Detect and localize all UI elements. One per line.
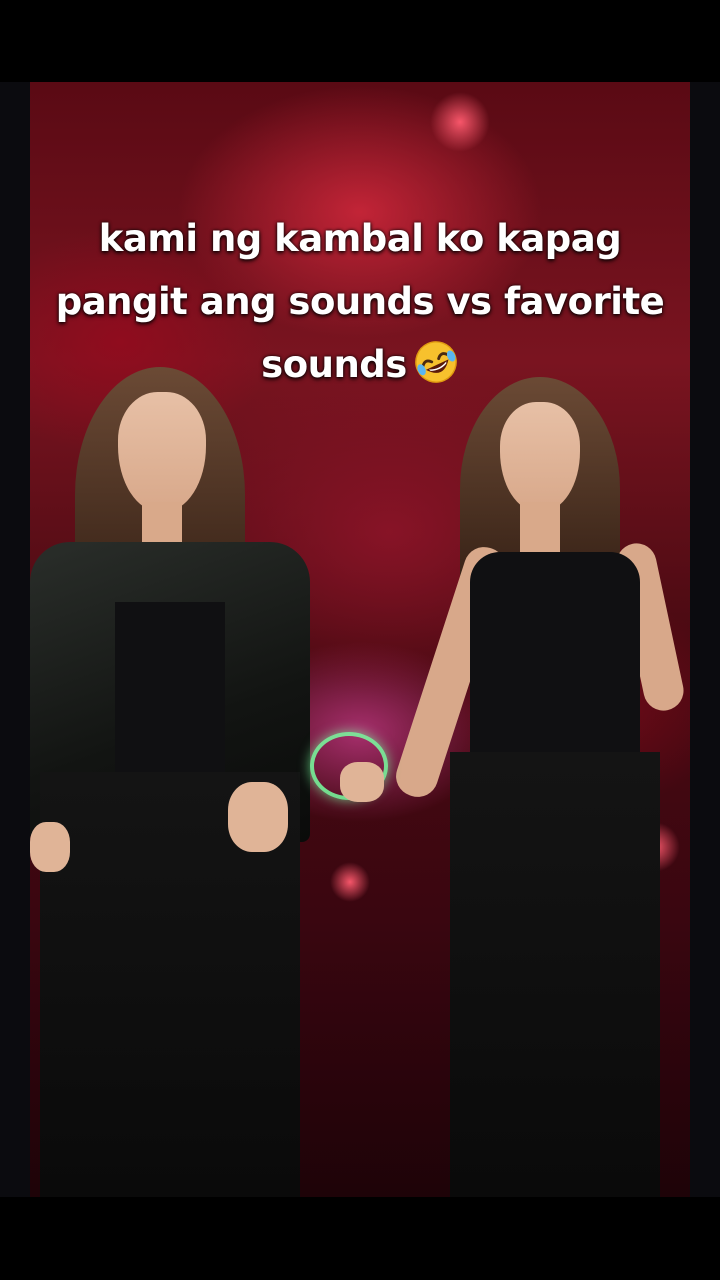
person-right-top	[470, 552, 640, 762]
person-right-hand	[340, 762, 384, 802]
person-right-pants	[450, 752, 660, 1197]
caption-line-2: pangit ang sounds vs favorite	[55, 280, 665, 323]
video-player[interactable]: kami ng kambal ko kapag pangit ang sound…	[0, 82, 720, 1197]
top-black-bar	[0, 0, 720, 82]
rolling-on-floor-laughing-emoji-icon	[414, 341, 457, 383]
caption-line-3: sounds	[20, 333, 700, 396]
video-caption: kami ng kambal ko kapag pangit ang sound…	[20, 207, 700, 396]
bottom-black-bar	[0, 1197, 720, 1280]
person-left-hand	[30, 822, 70, 872]
caption-line-1: kami ng kambal ko kapag	[98, 217, 622, 260]
person-left-top	[115, 602, 225, 772]
person-left-hand	[228, 782, 288, 852]
caption-line-3-text: sounds	[261, 343, 407, 386]
